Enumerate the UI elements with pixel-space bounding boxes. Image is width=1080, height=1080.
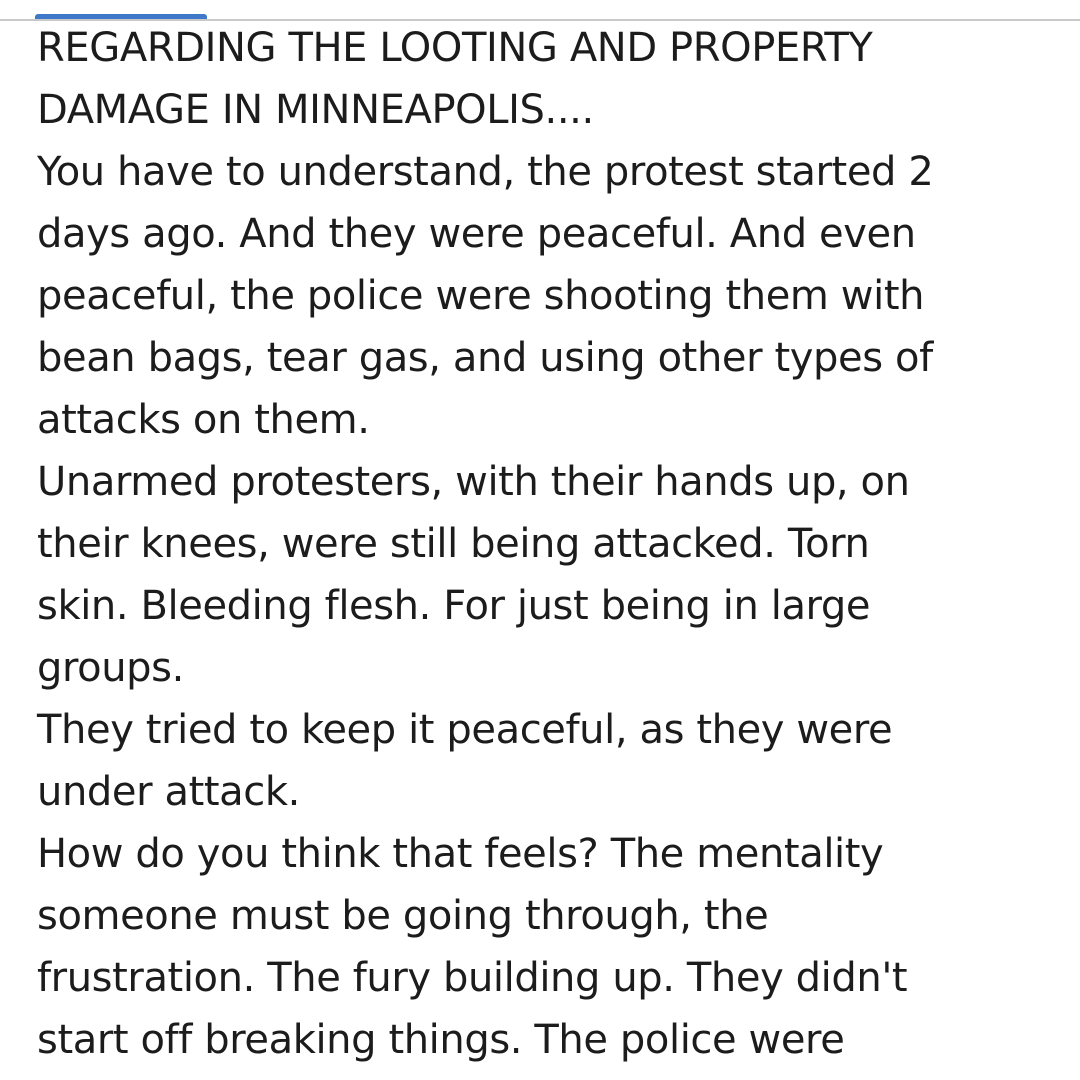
post-text-line: How do you think that feels? The mentali…	[37, 831, 884, 877]
post-text-line: days ago. And they were peaceful. And ev…	[37, 211, 916, 257]
post-heading-line-1: REGARDING THE LOOTING AND PROPERTY	[37, 25, 873, 71]
post-text-line: You have to understand, the protest star…	[37, 149, 934, 195]
post-text-line: bean bags, tear gas, and using other typ…	[37, 335, 933, 381]
post-text-line: Unarmed protesters, with their hands up,…	[37, 459, 910, 505]
post-text-line: groups.	[37, 645, 184, 691]
post-text-body: REGARDING THE LOOTING AND PROPERTY DAMAG…	[37, 17, 1067, 1071]
post-text-line: peaceful, the police were shooting them …	[37, 273, 925, 319]
post-text-line: skin. Bleeding flesh. For just being in …	[37, 583, 871, 629]
post-text-line: start off breaking things. The police we…	[37, 1017, 845, 1063]
post-text-line: attacks on them.	[37, 397, 370, 443]
post-heading-line-2: DAMAGE IN MINNEAPOLIS....	[37, 87, 594, 133]
post-text-line: under attack.	[37, 769, 300, 815]
post-text-line: They tried to keep it peaceful, as they …	[37, 707, 893, 753]
post-text-line: frustration. The fury building up. They …	[37, 955, 908, 1001]
post-text-line: their knees, were still being attacked. …	[37, 521, 870, 567]
post-text-line: someone must be going through, the	[37, 893, 769, 939]
